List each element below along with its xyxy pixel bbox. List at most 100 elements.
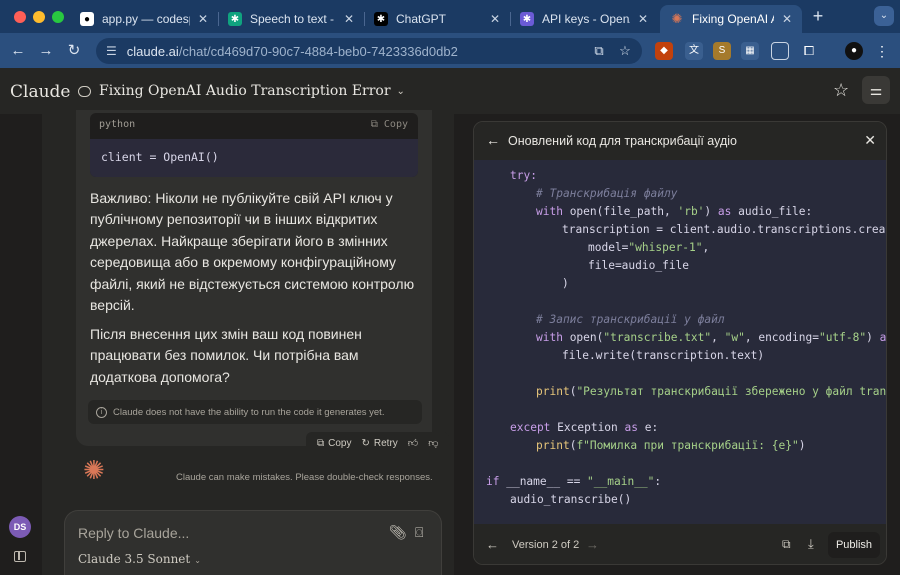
next-version-icon[interactable]: → — [586, 537, 599, 552]
close-tab-icon[interactable]: ✕ — [198, 12, 208, 26]
url-path: /chat/cd469d70-90c7-4884-beb0-7423336d0d… — [178, 43, 458, 59]
model-name: Claude 3.5 Sonnet — [78, 552, 191, 566]
message-paragraph: Важливо: Ніколи не публікуйте свій API к… — [90, 190, 415, 314]
copy-label: Copy — [328, 437, 352, 449]
browser-tab[interactable]: ✱ API keys - OpenAI A ✕ — [510, 5, 658, 33]
code-line: file=audio_file — [588, 259, 690, 272]
code-block: python ⧉ Copy client = OpenAI() — [90, 113, 418, 177]
mistakes-notice: Claude can make mistakes. Please double-… — [176, 472, 433, 483]
publish-button[interactable]: Publish — [828, 532, 880, 558]
claude-icon: ✺ — [671, 11, 683, 26]
address-bar[interactable]: ☰ claude.ai/chat/cd469d70-90c7-4884-beb0… — [96, 38, 642, 64]
browser-tab-active[interactable]: ✺ Fixing OpenAI Audio ✕ — [660, 5, 802, 33]
chevron-down-icon: ⌄ — [194, 556, 201, 565]
chat-settings-icon[interactable]: ⚌ — [862, 76, 890, 104]
extensions-puzzle-icon[interactable]: ⧠ — [800, 42, 818, 60]
code-line: with open(file_path, 'rb') as audio_file… — [536, 205, 813, 218]
maximize-window-button[interactable] — [52, 11, 64, 23]
user-avatar[interactable]: DS — [9, 516, 31, 538]
code-line: if __name__ == "__main__": — [486, 475, 662, 488]
extension-window-icon[interactable] — [771, 42, 789, 60]
tab-search-icon[interactable]: ⌄ — [874, 6, 894, 26]
message-paragraph: Після внесення цих змін ваш код повинен … — [90, 326, 362, 385]
close-tab-icon[interactable]: ✕ — [490, 12, 500, 26]
tab-title: API keys - OpenAI A — [542, 12, 630, 26]
reload-icon[interactable]: ↻ — [64, 41, 84, 61]
code-copy-label: Copy — [383, 119, 408, 130]
close-window-button[interactable] — [14, 11, 26, 23]
app-header: Claude Fixing OpenAI Audio Transcription… — [0, 68, 900, 114]
extension-s-icon[interactable]: S — [713, 42, 731, 60]
minimize-window-button[interactable] — [33, 11, 45, 23]
chatgpt-icon: ✱ — [374, 12, 388, 26]
code-line: with open("transcribe.txt", "w", encodin… — [536, 331, 887, 344]
code-comment: # Запис транскрибації у файл — [536, 313, 725, 326]
code-line: print(f"Помилка при транскрибації: {e}") — [536, 439, 806, 452]
back-arrow-icon[interactable]: ← — [486, 132, 500, 148]
retry-button[interactable]: ↻ Retry — [362, 438, 398, 449]
close-tab-icon[interactable]: ✕ — [782, 12, 792, 26]
chevron-down-icon: ⌄ — [396, 85, 405, 97]
reply-input[interactable]: Reply to Claude... — [78, 525, 189, 541]
artifact-panel: ← Оновлений код для транскрибації аудіо … — [473, 121, 887, 565]
download-icon[interactable]: ⤓ — [808, 536, 814, 552]
left-rail — [0, 114, 42, 575]
code-disclaimer: i Claude does not have the ability to ru… — [88, 400, 422, 424]
browser-menu-icon[interactable]: ⋮ — [873, 42, 891, 60]
code-line: transcription = client.audio.transcripti… — [562, 223, 887, 236]
browser-tab[interactable]: ✱ ChatGPT ✕ — [364, 5, 510, 33]
tab-title: Fixing OpenAI Audio — [692, 12, 774, 26]
github-icon: ● — [80, 12, 94, 26]
code-line: file.write(transcription.text) — [562, 349, 765, 362]
site-info-icon[interactable]: ☰ — [106, 44, 117, 58]
new-tab-button[interactable]: + — [808, 6, 828, 26]
code-comment: # Транскрибація файлу — [536, 187, 678, 200]
sidebar-toggle-icon[interactable] — [14, 551, 26, 562]
code-line: try: — [510, 169, 537, 182]
artifact-title: Оновлений код для транскрибації аудіо — [508, 134, 737, 148]
copy-button[interactable]: ⧉ Copy — [317, 438, 352, 449]
tab-title: Speech to text - Op — [250, 12, 336, 26]
browser-toolbar: ← → ↻ ☰ claude.ai/chat/cd469d70-90c7-488… — [0, 33, 900, 68]
close-tab-icon[interactable]: ✕ — [344, 12, 354, 26]
forward-icon[interactable]: → — [36, 41, 56, 61]
model-selector[interactable]: Claude 3.5 Sonnet ⌄ — [78, 552, 201, 566]
extension-translate-icon[interactable]: 文 — [685, 42, 703, 60]
star-chat-icon[interactable]: ☆ — [833, 80, 849, 101]
claude-spark-icon: ✺ — [83, 455, 105, 485]
close-tab-icon[interactable]: ✕ — [638, 12, 648, 26]
browser-tab[interactable]: ✱ Speech to text - Op ✕ — [218, 5, 364, 33]
code-copy-button[interactable]: ⧉ Copy — [371, 119, 408, 130]
thumbs-down-icon[interactable]: 👎︎ — [428, 437, 438, 449]
chat-title-button[interactable]: Fixing OpenAI Audio Transcription Error … — [78, 83, 405, 99]
code-line: except Exception as e: — [510, 421, 659, 434]
chat-bubble-icon — [78, 85, 91, 97]
artifact-footer: ← Version 2 of 2 → ⧉ ⤓ Publish — [474, 524, 886, 564]
claude-logo[interactable]: Claude — [10, 82, 70, 102]
profile-avatar-icon[interactable]: ● — [845, 42, 863, 60]
close-icon[interactable]: ✕ — [864, 132, 876, 149]
code-line: print("Результат транскрибації збережено… — [536, 385, 887, 398]
openai-api-icon: ✱ — [520, 12, 534, 26]
screenshot-icon[interactable]: ⌼ — [415, 524, 423, 541]
attach-file-icon[interactable]: 📎︎ — [389, 524, 407, 541]
code-line: client = OpenAI() — [90, 139, 418, 177]
back-icon[interactable]: ← — [8, 41, 28, 61]
artifact-code: try: # Транскрибація файлу with open(fil… — [474, 160, 887, 524]
retry-icon: ↻ — [361, 437, 370, 449]
previous-version-icon[interactable]: ← — [486, 537, 499, 552]
tab-title: app.py — codespac — [102, 12, 190, 26]
retry-label: Retry — [373, 437, 398, 449]
extension-fox-icon[interactable]: ◆ — [655, 42, 673, 60]
tab-title: ChatGPT — [396, 12, 447, 26]
thumbs-up-icon[interactable]: 👍︎ — [408, 437, 418, 449]
chat-title: Fixing OpenAI Audio Transcription Error — [99, 83, 391, 99]
url-host: claude.ai — [126, 43, 179, 59]
bookmark-star-icon[interactable]: ☆ — [617, 43, 633, 59]
message-actions: ⧉ Copy ↻ Retry 👍︎ 👎︎ — [306, 432, 450, 454]
browser-tab[interactable]: ● app.py — codespac ✕ — [70, 5, 218, 33]
extension-grid-icon[interactable]: ▦ — [741, 42, 759, 60]
install-app-icon[interactable]: ⧉ — [591, 43, 607, 59]
copy-artifact-icon[interactable]: ⧉ — [782, 537, 791, 552]
copy-icon: ⧉ — [317, 437, 325, 449]
